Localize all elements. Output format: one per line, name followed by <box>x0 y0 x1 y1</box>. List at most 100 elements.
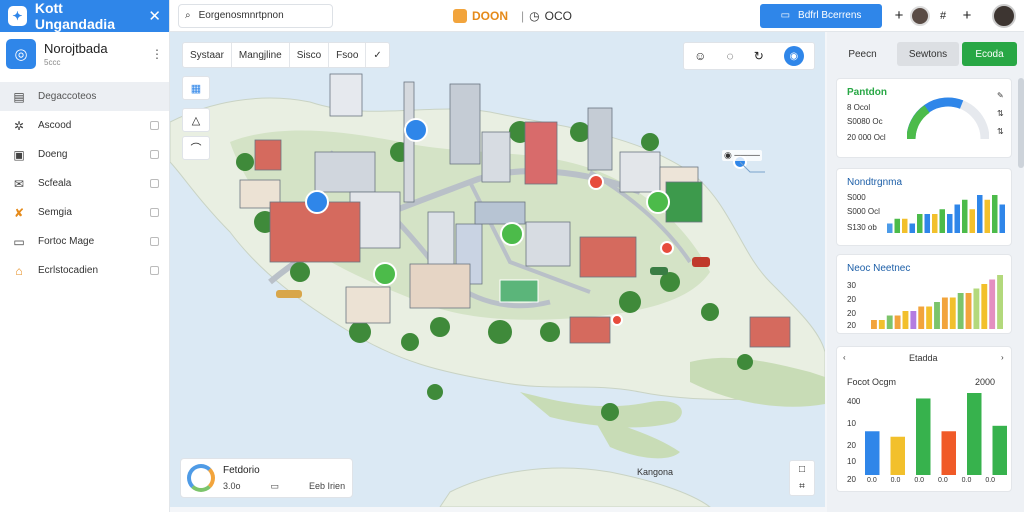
app-header: ✦ Kott Ungandadia ✕ <box>0 0 169 32</box>
measure-icon: ⌒ <box>190 143 202 155</box>
brand-name: DOON <box>472 8 508 23</box>
card-row: 20 <box>847 309 856 318</box>
sidebar-item-6[interactable]: ⌂ Ecrlstocadien <box>0 256 169 285</box>
primary-button[interactable]: ▭ Bdfrl Bcerrens <box>760 3 882 28</box>
edit-icon[interactable]: ✎ <box>997 91 1004 100</box>
zoom-out-icon[interactable]: ⌗ <box>799 481 805 492</box>
add-icon[interactable]: + <box>888 7 910 24</box>
sidebar-item-label: Ascood <box>38 120 72 131</box>
map-view[interactable]: Systaar Mangjline Sisco Fsoo ✓ ▦ △ ⌒ ☺ ◌… <box>170 32 825 507</box>
tab-ecoda[interactable]: Ecoda <box>962 42 1017 66</box>
checkbox[interactable] <box>150 208 159 217</box>
search-input[interactable] <box>198 10 317 21</box>
x-tick: 0.0 <box>867 477 877 484</box>
app-logo-icon: ✦ <box>8 6 27 26</box>
add-icon[interactable]: + <box>956 7 978 24</box>
refresh-icon[interactable]: ↻ <box>754 49 764 63</box>
close-icon[interactable]: ✕ <box>148 7 161 25</box>
hash-icon[interactable]: # <box>930 10 956 22</box>
locate-icon[interactable]: ◉ <box>783 46 804 66</box>
sidebar-item-label: Semgia <box>38 207 72 218</box>
polygon-icon: △ <box>191 114 201 127</box>
info-card-link[interactable]: Eeb Irien <box>309 481 345 492</box>
document-icon: ▭ <box>13 234 25 249</box>
chart-bar <box>949 297 956 329</box>
more-options-icon[interactable]: ⋮ <box>151 47 163 61</box>
monitor-icon: ▭ <box>780 10 791 21</box>
gauge-segment <box>907 105 930 140</box>
brand-sub: OCO <box>544 8 572 23</box>
project-icon: ◎ <box>6 39 36 69</box>
y-tick: 10 <box>847 457 856 466</box>
avatar[interactable] <box>910 5 930 26</box>
project-name: Norojtbada <box>44 41 108 56</box>
tab-peecn[interactable]: Peecn <box>835 42 890 66</box>
card-row: S000 Ocl <box>847 207 880 216</box>
settings-icon: ✲ <box>13 118 25 133</box>
info-card-value: 3.0o <box>223 480 241 491</box>
y-tick: 400 <box>847 397 861 406</box>
chart-bar <box>871 320 877 329</box>
map-tabs: Systaar Mangjline Sisco Fsoo ✓ <box>182 42 390 68</box>
app-title: Kott Ungandadia <box>34 0 115 32</box>
sidebar-item-4[interactable]: ✘ Semgia <box>0 198 169 227</box>
checkbox[interactable] <box>150 266 159 275</box>
card-title: Nondtrgnma <box>847 177 903 188</box>
gauge-chart <box>907 97 989 140</box>
sidebar-item-3[interactable]: ✉ Scfeala <box>0 169 169 198</box>
map-tools: ☺ ◌ ↻ ◉ <box>683 42 815 70</box>
smile-icon[interactable]: ☺ <box>694 49 706 63</box>
sidebar-item-5[interactable]: ▭ Fortoc Mage <box>0 227 169 256</box>
card-header: Etadda <box>909 353 938 363</box>
draw-button[interactable]: △ <box>182 108 210 132</box>
tab-sewtons[interactable]: Sewtons <box>897 42 959 66</box>
brand-logo-icon <box>453 8 467 23</box>
chart-bar <box>924 214 930 233</box>
checkbox[interactable] <box>150 179 159 188</box>
chart-bar <box>999 204 1005 233</box>
measure-button[interactable]: ⌒ <box>182 136 210 160</box>
tab-0[interactable]: Systaar <box>183 43 232 67</box>
filter-icon[interactable]: ⇅ <box>997 127 1004 136</box>
chart-bar <box>977 195 983 233</box>
bar-chart-2 <box>887 195 1005 233</box>
card-title: Pantdon <box>847 87 887 98</box>
card-row: 8 Ocol <box>847 103 871 112</box>
app-window: ✦ Kott Ungandadia ✕ ◎ Norojtbada 5ccc ⋮ … <box>0 0 1024 512</box>
checkbox[interactable] <box>150 150 159 159</box>
y-tick: 20 <box>847 475 856 484</box>
chart-bar <box>954 204 960 233</box>
tab-2[interactable]: Sisco <box>290 43 330 67</box>
card-row: 20 <box>847 295 856 304</box>
tab-3[interactable]: Fsoo <box>329 43 367 67</box>
sidebar-item-label: Fortoc Mage <box>38 236 95 247</box>
zoom-in-icon[interactable]: □ <box>799 464 805 475</box>
expand-icon[interactable]: ⇅ <box>997 109 1004 118</box>
user-avatar[interactable] <box>992 3 1016 28</box>
comment-icon[interactable]: ◌ <box>726 49 733 63</box>
check-icon[interactable]: ✓ <box>366 43 388 67</box>
chevron-left-icon[interactable]: ‹ <box>843 353 846 362</box>
tab-1[interactable]: Mangjline <box>232 43 290 67</box>
search-box[interactable]: ⌕ <box>178 3 333 28</box>
scrollbar[interactable] <box>1018 78 1024 168</box>
chart-bar <box>902 311 909 329</box>
chart-bar <box>984 199 990 233</box>
card-row: 20 <box>847 321 856 330</box>
checkbox[interactable] <box>150 121 159 130</box>
info-card[interactable]: Fetdorio 3.0o ▭ Eeb Irien <box>180 458 353 498</box>
stat-card-2: Nondtrgnma S000 S000 Ocl S130 ob <box>836 168 1012 246</box>
chart-bar <box>934 302 940 329</box>
right-panel: Peecn Sewtons Ecoda Pantdon 8 Ocol S0080… <box>827 32 1024 512</box>
sidebar-item-1[interactable]: ✲ Ascood <box>0 111 169 140</box>
chevron-right-icon[interactable]: › <box>1001 353 1004 362</box>
project-header[interactable]: ◎ Norojtbada 5ccc ⋮ <box>0 32 169 76</box>
chart-bar <box>965 293 972 329</box>
layers-button[interactable]: ▦ <box>182 76 210 100</box>
card-title: Focot Ocgm <box>847 377 897 387</box>
sidebar-item-2[interactable]: ▣ Doeng <box>0 140 169 169</box>
chart-bar <box>962 199 968 233</box>
chart-bar <box>918 306 925 329</box>
checkbox[interactable] <box>150 237 159 246</box>
sidebar-item-0[interactable]: ▤ Degaccoteos <box>0 82 169 111</box>
